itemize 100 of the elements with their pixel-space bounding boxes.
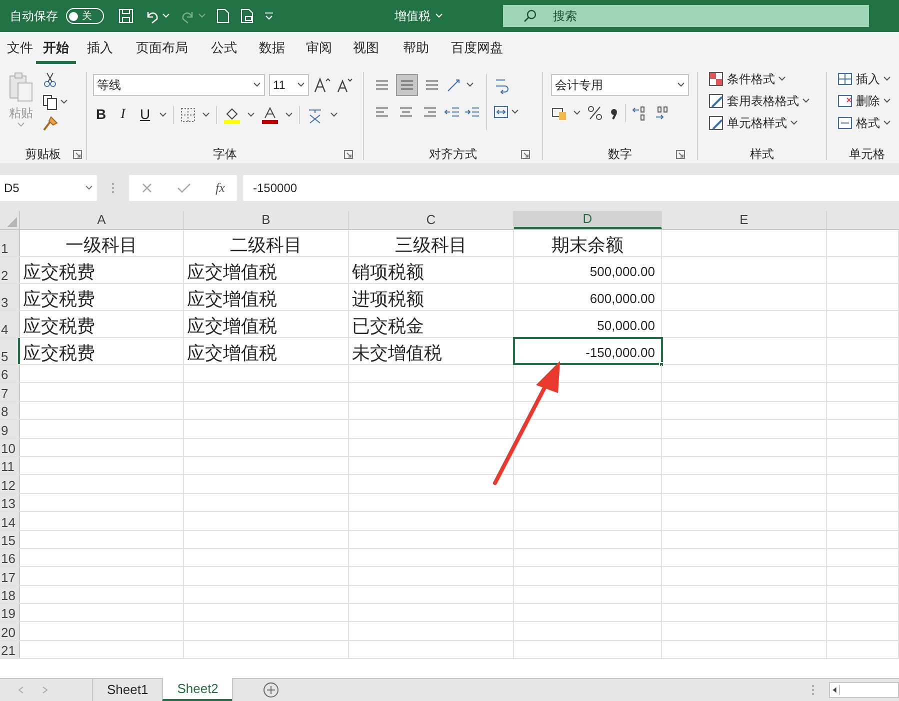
clipboard-icon[interactable]: [7, 70, 35, 104]
row-header[interactable]: 3: [0, 284, 20, 310]
underline-button[interactable]: U: [137, 104, 153, 125]
dialog-launcher-icon[interactable]: [73, 150, 82, 158]
ribbon-tab[interactable]: 帮助: [390, 32, 442, 64]
percent-icon[interactable]: [587, 105, 603, 121]
fill-color-icon[interactable]: [223, 106, 241, 124]
caret-icon[interactable]: [883, 98, 891, 104]
row-header[interactable]: 4: [0, 311, 20, 337]
column-header[interactable]: D: [514, 211, 662, 229]
accounting-format-icon[interactable]: [551, 105, 567, 121]
customize-icon[interactable]: [264, 11, 274, 21]
caret-icon[interactable]: [330, 112, 338, 118]
row-header[interactable]: 16: [0, 548, 20, 566]
caret-icon[interactable]: [247, 112, 255, 118]
name-box[interactable]: D5: [0, 175, 97, 201]
fill-handle[interactable]: [659, 362, 664, 367]
autosave-toggle[interactable]: 关: [66, 8, 104, 24]
scroll-left-icon[interactable]: [830, 685, 840, 695]
new-file-icon[interactable]: [216, 8, 230, 24]
ribbon-tab[interactable]: 视图: [342, 32, 390, 64]
caret-icon[interactable]: [159, 112, 167, 118]
caret-icon[interactable]: [883, 76, 891, 82]
caret-icon[interactable]: [466, 82, 474, 88]
italic-button[interactable]: I: [115, 104, 131, 125]
row-header[interactable]: 11: [0, 456, 20, 474]
caret-icon[interactable]: [677, 82, 685, 88]
horizontal-scrollbar[interactable]: [829, 682, 899, 698]
row-header[interactable]: 2: [0, 257, 20, 283]
row-header[interactable]: 13: [0, 494, 20, 512]
scissors-icon[interactable]: [42, 72, 58, 88]
insert-cells-icon[interactable]: [837, 71, 853, 87]
print-preview-icon[interactable]: [240, 8, 254, 24]
number-format-dropdown[interactable]: 会计专用: [551, 74, 689, 96]
borders-icon[interactable]: [180, 106, 196, 122]
column-header[interactable]: E: [662, 211, 827, 229]
ribbon-tab[interactable]: 插入: [76, 32, 124, 64]
search-icon[interactable]: [523, 9, 537, 23]
caret-icon[interactable]: [802, 98, 810, 104]
row-header[interactable]: 17: [0, 567, 20, 585]
increase-font-icon[interactable]: [313, 76, 331, 94]
row-header[interactable]: 21: [0, 640, 20, 658]
decrease-decimal-icon[interactable]: [654, 105, 670, 121]
format-painter-icon[interactable]: [42, 116, 58, 132]
copy-icon[interactable]: [42, 94, 58, 110]
ribbon-command[interactable]: 单元格样式: [727, 114, 787, 132]
merge-cells-icon[interactable]: [493, 104, 509, 120]
ribbon-command[interactable]: 删除: [856, 92, 880, 110]
add-sheet-icon[interactable]: [263, 682, 280, 698]
search-field[interactable]: 搜索: [503, 5, 869, 27]
font-name-dropdown[interactable]: 等线: [93, 74, 265, 96]
formula-input[interactable]: -150000: [243, 175, 899, 201]
sheet-tab[interactable]: Sheet2: [162, 678, 232, 701]
row-header[interactable]: 20: [0, 622, 20, 640]
caret-icon[interactable]: [253, 82, 261, 88]
ribbon-tab[interactable]: 审阅: [296, 32, 342, 64]
dialog-launcher-icon[interactable]: [521, 150, 530, 158]
ribbon-command[interactable]: 套用表格格式: [727, 92, 799, 110]
font-color-icon[interactable]: [261, 106, 279, 124]
caret-icon[interactable]: [883, 120, 891, 126]
row-header[interactable]: 18: [0, 586, 20, 604]
dialog-launcher-icon[interactable]: [676, 150, 685, 158]
column-header[interactable]: B: [184, 211, 349, 229]
delete-cells-icon[interactable]: [837, 93, 853, 109]
save-icon[interactable]: [118, 8, 134, 24]
row-header[interactable]: 14: [0, 512, 20, 530]
row-header[interactable]: 9: [0, 420, 20, 438]
orientation-icon[interactable]: [446, 77, 462, 93]
caret-icon[interactable]: [778, 76, 786, 82]
caret-icon[interactable]: [297, 82, 305, 88]
table-style-icon[interactable]: [708, 93, 724, 109]
ribbon-tab[interactable]: 数据: [248, 32, 296, 64]
caret-icon[interactable]: [790, 120, 798, 126]
decrease-font-icon[interactable]: [335, 76, 353, 94]
column-header[interactable]: A: [20, 211, 184, 229]
caret-icon[interactable]: [285, 112, 293, 118]
ribbon-tab[interactable]: 文件: [0, 32, 36, 64]
ribbon-command[interactable]: 插入: [856, 70, 880, 88]
caret-icon[interactable]: [511, 109, 519, 115]
row-header[interactable]: 10: [0, 438, 20, 456]
row-header[interactable]: 15: [0, 530, 20, 548]
row-header[interactable]: 6: [0, 365, 20, 382]
ribbon-command[interactable]: 格式: [856, 114, 880, 132]
row-header[interactable]: 1: [0, 230, 20, 256]
cell-style-icon[interactable]: [708, 115, 724, 131]
insert-function-button[interactable]: fx: [216, 178, 225, 198]
format-cells-icon[interactable]: [837, 115, 853, 131]
dialog-launcher-icon[interactable]: [344, 150, 353, 158]
caret-icon[interactable]: [85, 185, 93, 191]
conditional-format-icon[interactable]: [708, 71, 724, 87]
ribbon-command[interactable]: 条件格式: [727, 70, 775, 88]
ribbon-tab[interactable]: 页面布局: [124, 32, 200, 64]
font-size-dropdown[interactable]: 11: [269, 74, 309, 96]
ribbon-tab[interactable]: 公式: [200, 32, 248, 64]
caret-icon[interactable]: [202, 112, 210, 118]
row-header[interactable]: 7: [0, 383, 20, 401]
row-header[interactable]: 8: [0, 402, 20, 420]
ribbon-tab[interactable]: 百度网盘: [442, 32, 512, 64]
row-header[interactable]: 12: [0, 475, 20, 493]
document-title[interactable]: 增值税: [394, 7, 442, 25]
